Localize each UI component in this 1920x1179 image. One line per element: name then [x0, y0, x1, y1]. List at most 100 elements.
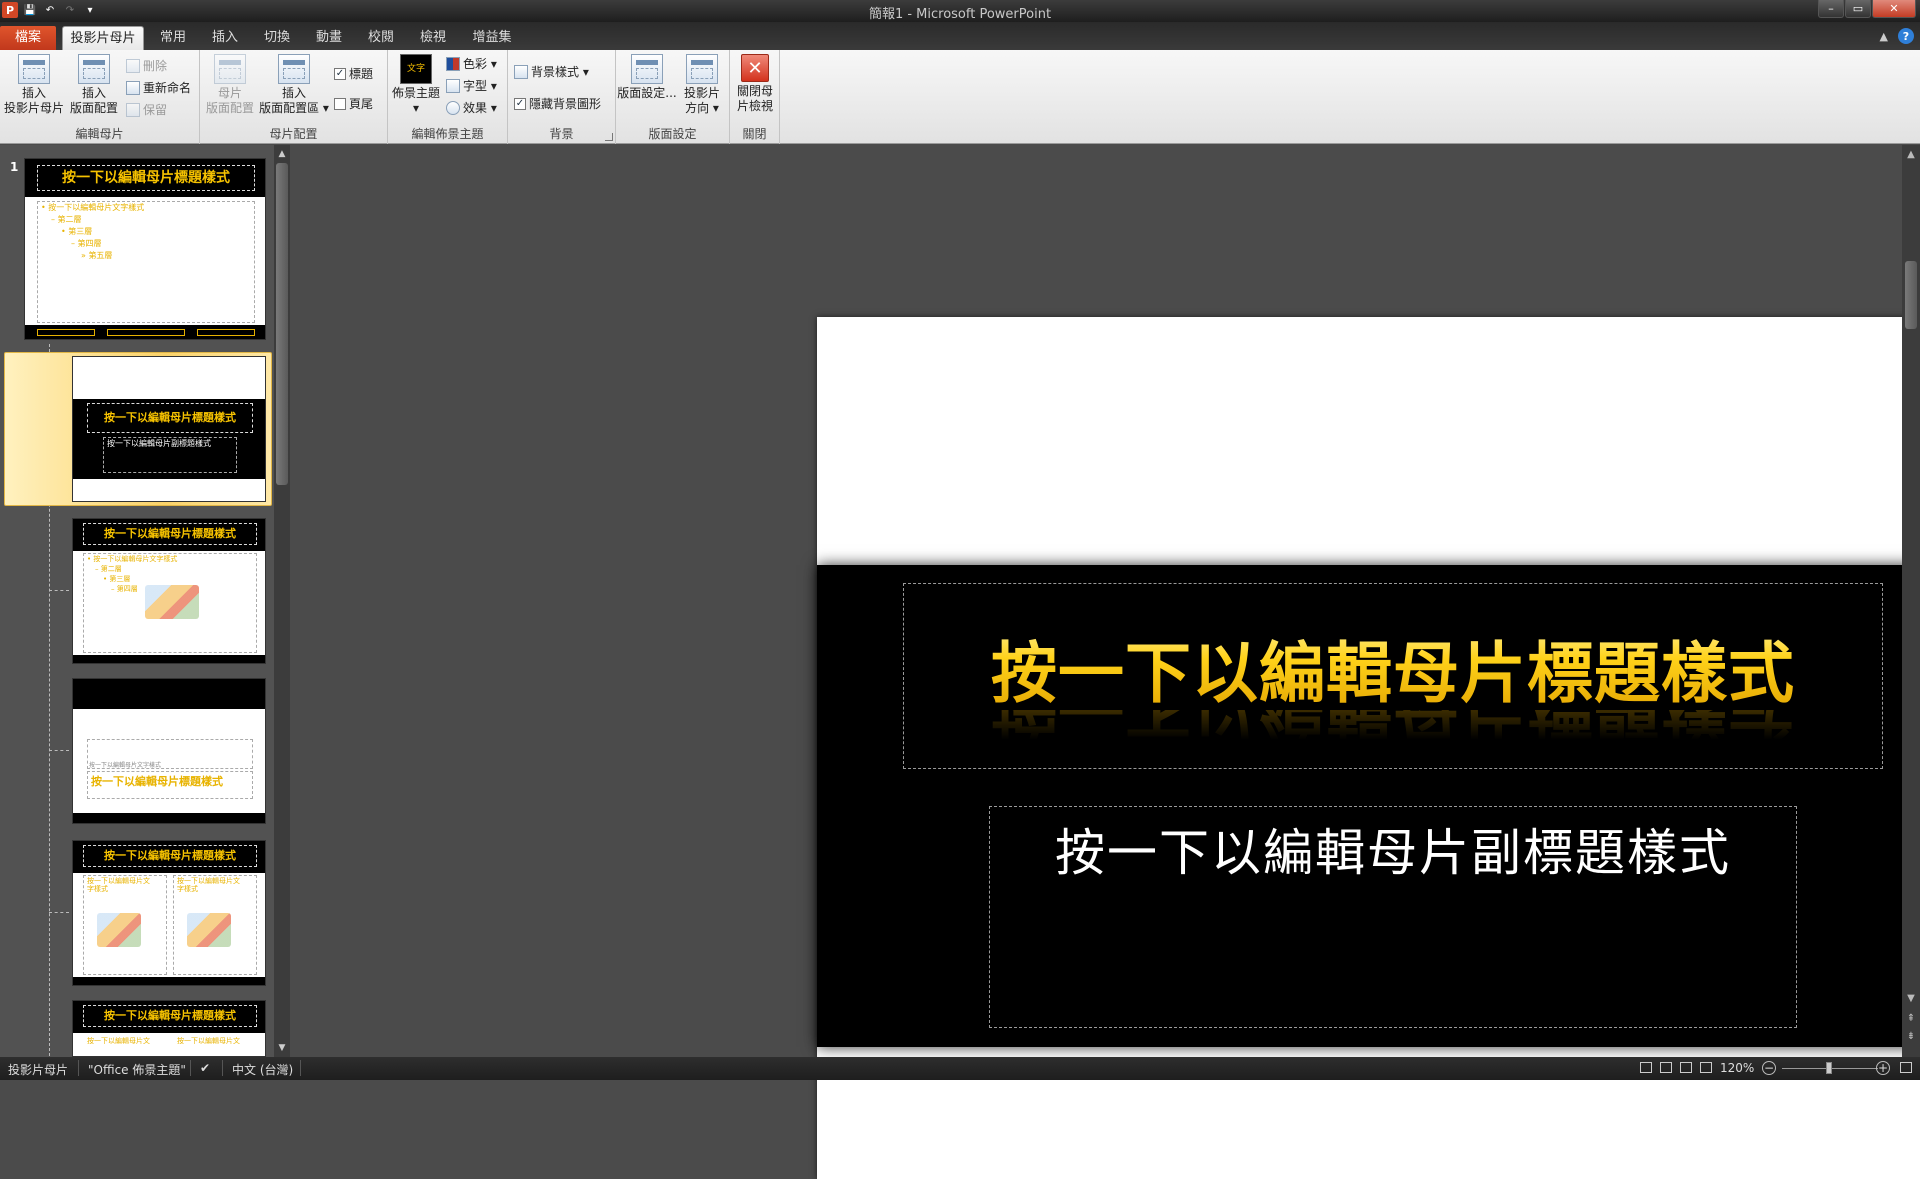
content-placeholder-icons: [97, 913, 141, 947]
status-bar: 投影片母片 "Office 佈景主題" ✔ 中文 (台灣) 120% − +: [0, 1057, 1920, 1080]
layout-thumbnail-section-header[interactable]: 按一下以編輯母片文字樣式 按一下以編輯母片標題樣式: [72, 678, 266, 824]
thumb-body-line: 按一下以編輯母片文: [87, 877, 150, 885]
thumb-footer-center: [107, 329, 185, 336]
normal-view-icon[interactable]: [1640, 1062, 1652, 1073]
maximize-button[interactable]: ▭: [1845, 0, 1871, 18]
group-close: ✕ 關閉母 片檢視 關閉: [730, 50, 780, 144]
group-label-edit-theme: 編輯佈景主題: [411, 127, 484, 141]
master-title-text: 按一下以編輯母片標題樣式: [991, 620, 1795, 716]
themes-button[interactable]: 文字 佈景主題 ▾: [388, 54, 444, 116]
close-icon: ✕: [741, 54, 769, 82]
rename-button[interactable]: 重新命名: [126, 78, 191, 98]
tab-view[interactable]: 檢視: [410, 26, 456, 50]
colors-button[interactable]: 色彩 ▾: [446, 54, 497, 74]
reading-view-icon[interactable]: [1680, 1062, 1692, 1073]
tab-animations[interactable]: 動畫: [306, 26, 352, 50]
close-window-button[interactable]: ✕: [1872, 0, 1916, 18]
editor-scroll-thumb[interactable]: [1905, 261, 1917, 329]
layout-thumbnail-two-content[interactable]: 按一下以編輯母片標題樣式 按一下以編輯母片文 字樣式 按一下以編輯母片文 字樣式: [72, 840, 266, 986]
thumb-title: 按一下以編輯母片標題樣式: [91, 775, 223, 788]
title-placeholder[interactable]: 按一下以編輯母片標題樣式 按一下以編輯母片標題樣式: [903, 583, 1883, 769]
scroll-down-icon[interactable]: ▼: [274, 1041, 290, 1055]
group-edit-master: 插入 投影片母片 插入 版面配置 刪除 重新命名 保留 編輯母片: [0, 50, 200, 144]
help-icon[interactable]: ?: [1898, 28, 1914, 44]
master-layout-button[interactable]: 母片 版面配置: [200, 54, 260, 116]
thumb-footer-band: [73, 655, 265, 663]
tab-slide-master[interactable]: 投影片母片: [62, 26, 144, 50]
page-setup-icon: [631, 54, 663, 84]
next-slide-icon[interactable]: ⇟: [1902, 1031, 1920, 1042]
master-subtitle-text: 按一下以編輯母片副標題樣式: [1055, 824, 1731, 882]
status-language[interactable]: 中文 (台灣): [232, 1061, 293, 1078]
fit-to-window-icon[interactable]: [1900, 1062, 1912, 1073]
thumb-body-line: • 第三層: [61, 227, 93, 236]
insert-placeholder-button[interactable]: 插入 版面配置區 ▾: [256, 54, 332, 116]
status-separator: [190, 1060, 191, 1076]
layout-tree-connector: [49, 590, 69, 591]
dialog-launcher-icon[interactable]: [605, 133, 613, 141]
group-page-setup: 版面設定... 投影片 方向 ▾ 版面設定: [616, 50, 730, 144]
zoom-level[interactable]: 120%: [1720, 1061, 1754, 1075]
thumbnails-scrollbar[interactable]: ▲ ▼: [274, 145, 290, 1057]
scroll-up-icon[interactable]: ▲: [1902, 149, 1920, 160]
thumb-title: 按一下以編輯母片標題樣式: [83, 523, 257, 545]
slideshow-icon[interactable]: [1700, 1062, 1712, 1073]
slide-orientation-button[interactable]: 投影片 方向 ▾: [676, 54, 728, 116]
fonts-button[interactable]: 字型 ▾: [446, 76, 497, 96]
thumb-footer-band: [73, 813, 265, 823]
page-setup-button[interactable]: 版面設定...: [616, 54, 678, 101]
minimize-button[interactable]: –: [1818, 0, 1844, 18]
layout-thumbnail-title-slide[interactable]: 按一下以編輯母片標題樣式 按一下以編輯母片副標題樣式: [72, 356, 266, 502]
minimize-ribbon-icon[interactable]: ▲: [1880, 30, 1888, 43]
zoom-out-icon[interactable]: −: [1762, 1061, 1776, 1075]
group-label-master-layout: 母片配置: [269, 127, 318, 141]
preserve-button[interactable]: 保留: [126, 100, 167, 120]
status-separator: [300, 1060, 301, 1076]
delete-button[interactable]: 刪除: [126, 56, 167, 76]
master-thumbnail[interactable]: 按一下以編輯母片標題樣式 • 按一下以編輯母片文字樣式 – 第二層 • 第三層 …: [24, 158, 266, 340]
effects-button[interactable]: 效果 ▾: [446, 98, 497, 118]
tab-home[interactable]: 常用: [150, 26, 196, 50]
scroll-up-icon[interactable]: ▲: [274, 147, 290, 161]
scroll-down-icon[interactable]: ▼: [1902, 993, 1920, 1004]
thumb-title: 按一下以編輯母片標題樣式: [83, 845, 257, 867]
background-styles-button[interactable]: 背景樣式 ▾: [514, 62, 589, 82]
slide-sorter-icon[interactable]: [1660, 1062, 1672, 1073]
thumb-body-line: 按一下以編輯母片文: [87, 1037, 150, 1045]
layout-thumbnail-title-content[interactable]: 按一下以編輯母片標題樣式 • 按一下以編輯母片文字樣式 – 第二層 • 第三層 …: [72, 518, 266, 664]
insert-layout-icon: [78, 54, 110, 84]
close-master-view-button[interactable]: ✕ 關閉母 片檢視: [725, 54, 785, 114]
thumb-body-line: 字樣式: [87, 885, 108, 893]
status-theme-name: "Office 佈景主題": [88, 1063, 186, 1077]
subtitle-placeholder[interactable]: 按一下以編輯母片副標題樣式: [989, 806, 1797, 1028]
thumb-body-line: – 第四層: [111, 585, 138, 593]
tab-transitions[interactable]: 切換: [254, 26, 300, 50]
thumb-body-line: – 第四層: [71, 239, 102, 248]
checkbox-checked-icon: ✓: [334, 68, 346, 80]
tab-review[interactable]: 校閱: [358, 26, 404, 50]
slide-canvas[interactable]: 按一下以編輯母片標題樣式 按一下以編輯母片標題樣式 按一下以編輯母片副標題樣式: [817, 317, 1920, 1179]
hide-background-checkbox[interactable]: ✓ 隱藏背景圖形: [514, 94, 601, 114]
zoom-slider-thumb[interactable]: [1826, 1062, 1832, 1074]
theme-thumbnail-icon: 文字: [400, 54, 432, 84]
group-label-background: 背景: [549, 127, 574, 141]
thumbnails-scroll-thumb[interactable]: [276, 163, 288, 485]
layout-thumbnail-comparison[interactable]: 按一下以編輯母片標題樣式 按一下以編輯母片文 按一下以編輯母片文: [72, 1000, 266, 1057]
content-placeholder-icons: [145, 585, 199, 619]
tab-file[interactable]: 檔案: [0, 26, 56, 50]
previous-slide-icon[interactable]: ⇞: [1902, 1013, 1920, 1024]
title-checkbox[interactable]: ✓ 標題: [334, 64, 373, 84]
footer-checkbox[interactable]: 頁尾: [334, 94, 373, 114]
insert-layout-button[interactable]: 插入 版面配置: [64, 54, 124, 116]
editor-vertical-scrollbar[interactable]: ▲ ▼ ⇞ ⇟: [1902, 145, 1920, 1057]
tab-addins[interactable]: 增益集: [464, 26, 520, 50]
insert-slide-master-button[interactable]: 插入 投影片母片: [4, 54, 64, 116]
tab-insert[interactable]: 插入: [202, 26, 248, 50]
zoom-in-icon[interactable]: +: [1876, 1061, 1890, 1075]
spellcheck-icon[interactable]: ✔: [200, 1061, 210, 1075]
status-view-name: 投影片母片: [8, 1063, 69, 1077]
fonts-icon: [446, 79, 460, 93]
pin-icon: [126, 103, 140, 117]
thumb-small-text: 按一下以編輯母片文字樣式: [89, 762, 162, 769]
content-placeholder-icons: [187, 913, 231, 947]
